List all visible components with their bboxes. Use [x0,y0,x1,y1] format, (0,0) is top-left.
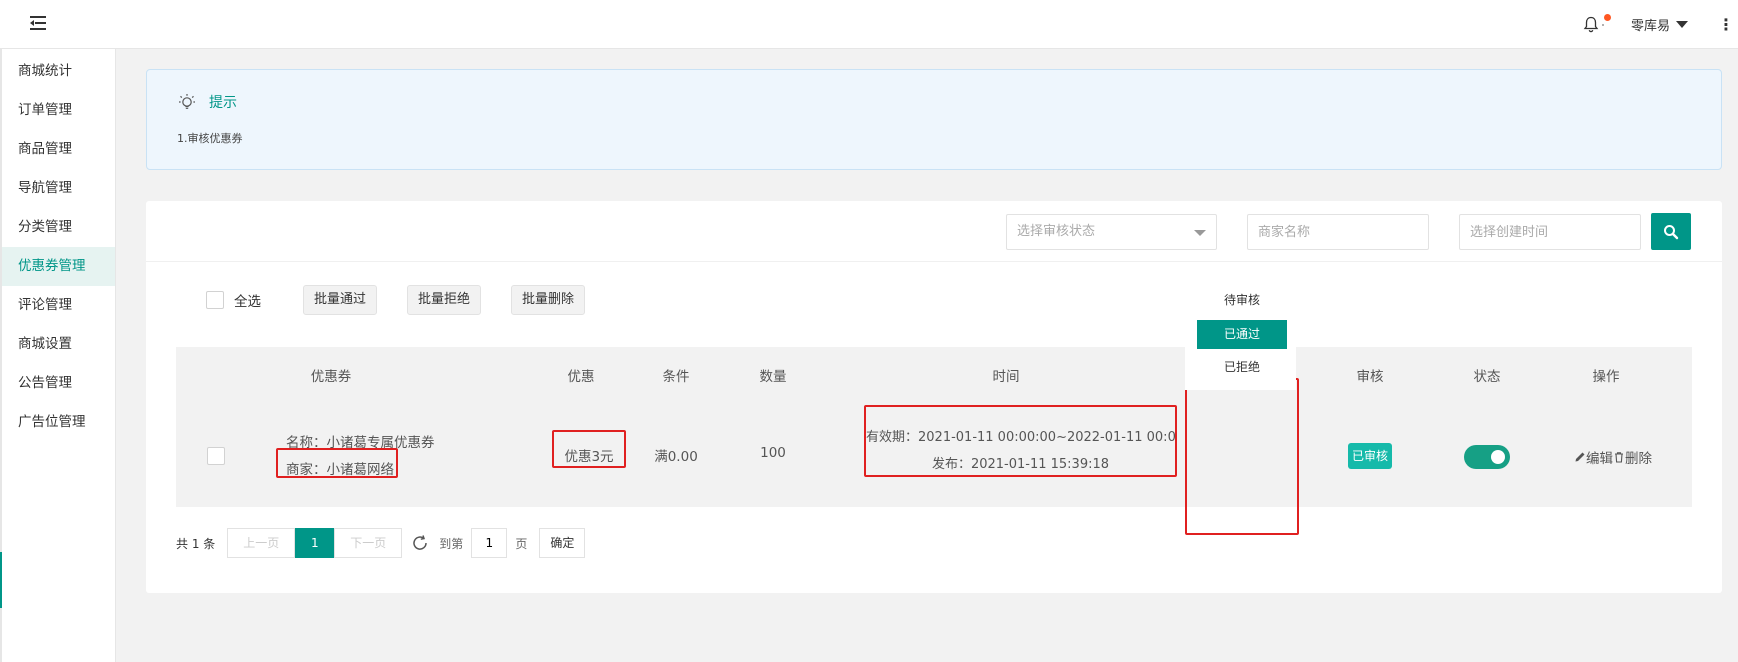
dropdown-option-rejected[interactable]: 已拒绝 [1197,353,1287,382]
sidebar-item-coupons[interactable]: 优惠券管理 [0,247,115,286]
review-status-select[interactable]: 选择审核状态 [1006,214,1217,250]
row-checkbox[interactable] [207,447,225,465]
caret-down-icon [1676,21,1688,28]
user-menu[interactable]: 零库易 [1631,15,1688,34]
sidebar-item-navigation[interactable]: 导航管理 [0,169,115,208]
prev-page-button[interactable]: 上一页 [227,528,296,558]
created-time-input[interactable] [1459,214,1641,250]
refresh-icon[interactable] [411,534,429,552]
lightbulb-icon [179,94,195,109]
merchant-name-input[interactable] [1247,214,1429,250]
edit-link[interactable]: 编辑 [1574,447,1613,467]
tip-title: 提示 [209,95,237,111]
header-condition: 条件 [662,369,690,385]
more-options-icon[interactable]: ⋮ [1716,16,1736,32]
header-status: 状态 [1473,369,1501,385]
header-time: 时间 [992,369,1020,385]
header-operation: 操作 [1592,369,1620,385]
search-icon [1664,224,1679,239]
page-1-button[interactable]: 1 [295,528,335,558]
tip-text: 1.审核优惠券 [177,132,243,145]
separator-dot [1601,23,1604,26]
select-all-checkbox[interactable] [206,291,224,309]
goto-page-input[interactable] [471,528,508,558]
total-count: 共 1 条 [176,536,216,551]
top-bar: 零库易 ⋮ [0,0,1738,49]
sidebar-item-products[interactable]: 商品管理 [0,130,115,169]
filter-bar: 选择审核状态 [146,201,1722,262]
review-dropdown-menu: 待审核 已通过 已拒绝 [1185,283,1296,390]
sidebar-item-categories[interactable]: 分类管理 [0,208,115,247]
sidebar-item-mall-stats[interactable]: 商城统计 [0,52,115,91]
toggle-knob [1491,450,1505,464]
coupon-review-card: 选择审核状态 全选 批量通过 批量拒绝 批量删除 优惠券 优惠 条件 数量 时间… [146,201,1722,593]
goto-label: 到第 [439,536,464,551]
batch-actions: 全选 批量通过 批量拒绝 批量删除 [206,285,615,315]
pagination: 共 1 条 上一页 1 下一页 到第 页 确定 [176,528,586,558]
coupon-validity: 有效期：2021-01-11 00:00:00~2022-01-11 00:00… [866,430,1175,445]
page-unit-label: 页 [515,536,528,551]
goto-confirm-button[interactable]: 确定 [539,528,586,558]
scroll-indicator [0,552,2,608]
header-discount: 优惠 [567,369,595,385]
batch-delete-button[interactable]: 批量删除 [511,285,586,315]
delete-link[interactable]: 删除 [1613,447,1652,467]
coupon-quantity: 100 [760,445,786,461]
row-operations: 编辑 删除 [1574,447,1652,467]
search-button[interactable] [1651,213,1691,250]
trash-icon [1615,452,1623,463]
dropdown-arrow-icon [1194,230,1206,236]
sidebar-item-mall-settings[interactable]: 商城设置 [0,325,115,364]
notification-badge [1603,13,1611,21]
coupon-condition: 满0.00 [654,449,698,465]
coupon-table: 优惠券 优惠 条件 数量 时间 审核 状态 操作 名称：小诸葛专属优惠券 商家：… [176,347,1692,507]
coupon-merchant: 商家：小诸葛网络 [286,462,394,478]
notification-bell-icon[interactable] [1583,13,1611,34]
batch-approve-button[interactable]: 批量通过 [303,285,378,315]
batch-reject-button[interactable]: 批量拒绝 [407,285,482,315]
sidebar-item-ad-slots[interactable]: 广告位管理 [0,403,115,442]
sidebar-item-comments[interactable]: 评论管理 [0,286,115,325]
tip-box: 提示 1.审核优惠券 [146,69,1722,170]
review-status-badge[interactable]: 已审核 [1348,443,1392,469]
sidebar-item-orders[interactable]: 订单管理 [0,91,115,130]
coupon-discount: 优惠3元 [564,449,614,465]
status-toggle[interactable] [1464,445,1510,469]
highlight-review [1185,378,1299,535]
pencil-icon [1575,452,1585,462]
menu-toggle-icon[interactable] [30,16,46,30]
sidebar: 商城统计 订单管理 商品管理 导航管理 分类管理 优惠券管理 评论管理 商城设置… [0,49,116,662]
sidebar-item-announcements[interactable]: 公告管理 [0,364,115,403]
header-coupon: 优惠券 [310,369,352,385]
dropdown-option-pending[interactable]: 待审核 [1197,286,1287,315]
user-name: 零库易 [1630,19,1670,34]
header-review: 审核 [1356,369,1384,385]
dropdown-option-approved[interactable]: 已通过 [1197,320,1287,349]
select-all-label: 全选 [234,294,261,310]
next-page-button[interactable]: 下一页 [334,528,403,558]
bell-icon [1583,16,1599,32]
header-quantity: 数量 [759,369,787,385]
coupon-published: 发布：2021-01-11 15:39:18 [931,457,1110,472]
